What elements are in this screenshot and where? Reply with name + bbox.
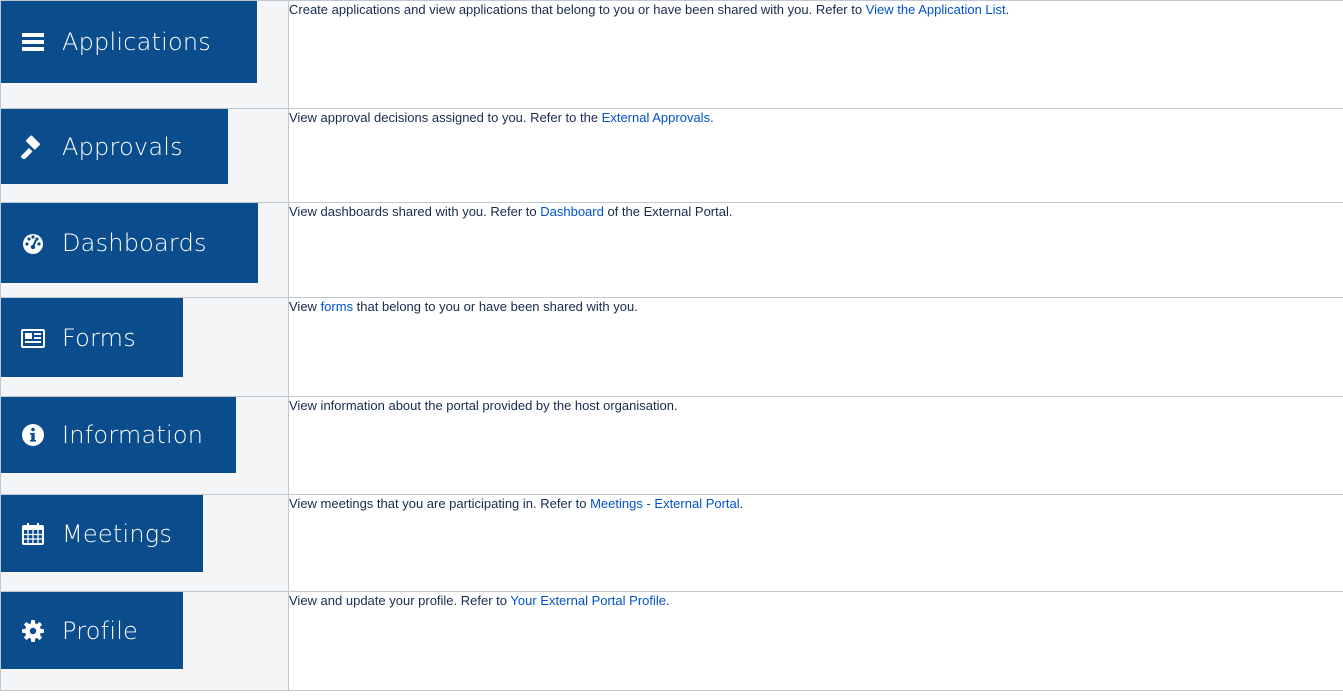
- description-suffix: .: [666, 593, 670, 608]
- form-icon: [21, 326, 45, 350]
- description-text: View dashboards shared with you. Refer t…: [289, 204, 541, 219]
- description-text: Create applications and view application…: [289, 2, 866, 17]
- forms-button[interactable]: Forms: [1, 298, 183, 377]
- dashboards-button[interactable]: Dashboards: [1, 203, 258, 283]
- profile-button[interactable]: Profile: [1, 592, 183, 669]
- description-suffix: .: [710, 110, 714, 125]
- description-cell: View and update your profile. Refer to Y…: [288, 591, 1343, 691]
- table-row: Dashboards View dashboards shared with y…: [0, 202, 1343, 298]
- button-cell: Meetings: [0, 494, 289, 592]
- view-application-list-link[interactable]: View the Application List: [866, 2, 1006, 17]
- description-cell: View dashboards shared with you. Refer t…: [288, 202, 1343, 298]
- calendar-icon: [21, 522, 45, 546]
- button-cell: Applications: [0, 0, 289, 109]
- description-suffix: that belong to you or have been shared w…: [353, 299, 638, 314]
- description-suffix: .: [1005, 2, 1010, 17]
- description-text: View approval decisions assigned to you.…: [289, 110, 602, 125]
- table-row: Approvals View approval decisions assign…: [0, 108, 1343, 203]
- table-row: Information View information about the p…: [0, 396, 1343, 495]
- table-row: Meetings View meetings that you are part…: [0, 494, 1343, 592]
- info-circle-icon: [21, 423, 45, 447]
- button-cell: Information: [0, 396, 289, 495]
- dashboard-link[interactable]: Dashboard: [540, 204, 604, 219]
- gavel-icon: [21, 134, 45, 159]
- gear-icon: [21, 619, 45, 643]
- description-cell: View forms that belong to you or have be…: [288, 297, 1343, 397]
- button-cell: Approvals: [0, 108, 289, 203]
- table-row: Forms View forms that belong to you or h…: [0, 297, 1343, 397]
- description-cell: View approval decisions assigned to you.…: [288, 108, 1343, 203]
- table-row: Profile View and update your profile. Re…: [0, 591, 1343, 691]
- description-suffix: of the External Portal.: [603, 204, 733, 219]
- description-suffix: .: [739, 496, 744, 511]
- button-label: Information: [62, 421, 204, 449]
- button-label: Profile: [62, 616, 139, 645]
- button-cell: Forms: [0, 297, 289, 397]
- button-label: Applications: [62, 28, 212, 56]
- description-cell: View meetings that you are participating…: [288, 494, 1343, 592]
- description-text: View information about the portal provid…: [289, 398, 678, 413]
- meetings-button[interactable]: Meetings: [1, 495, 203, 572]
- list-icon: [21, 30, 45, 54]
- button-label: Dashboards: [62, 229, 207, 257]
- external-approvals-link[interactable]: External Approvals: [602, 110, 710, 125]
- button-label: Meetings: [62, 519, 173, 548]
- dashboard-gauge-icon: [21, 231, 45, 255]
- button-cell: Profile: [0, 591, 289, 691]
- description-cell: Create applications and view application…: [288, 0, 1343, 109]
- forms-link[interactable]: forms: [321, 299, 354, 314]
- button-label: Forms: [62, 323, 136, 352]
- table-row: Applications Create applications and vie…: [0, 0, 1343, 109]
- meetings-external-portal-link[interactable]: Meetings - External Portal: [590, 496, 740, 511]
- description-text: View meetings that you are participating…: [289, 496, 591, 511]
- description-cell: View information about the portal provid…: [288, 396, 1343, 495]
- description-text: View and update your profile. Refer to: [289, 593, 511, 608]
- button-label: Approvals: [62, 132, 183, 161]
- button-cell: Dashboards: [0, 202, 289, 298]
- applications-button[interactable]: Applications: [1, 1, 257, 83]
- approvals-button[interactable]: Approvals: [1, 109, 228, 184]
- description-text: View: [289, 299, 321, 314]
- information-button[interactable]: Information: [1, 397, 236, 473]
- portal-features-table: Applications Create applications and vie…: [0, 0, 1343, 691]
- external-portal-profile-link[interactable]: Your External Portal Profile: [510, 593, 666, 608]
